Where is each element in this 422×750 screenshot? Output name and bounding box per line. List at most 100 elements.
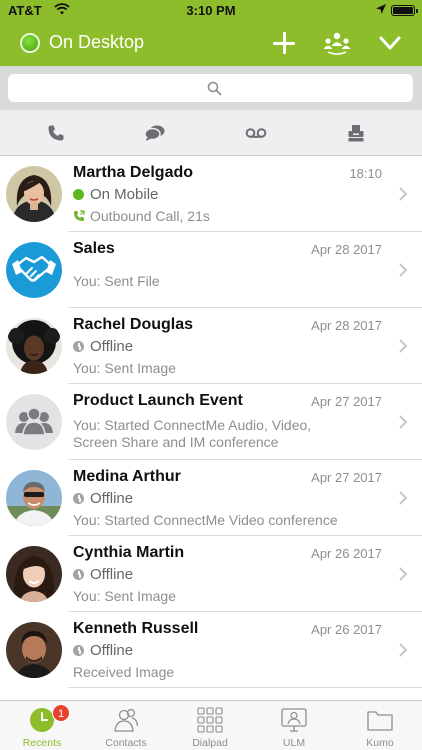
list-item[interactable]: Kenneth Russell Apr 26 2017 Offline Rece… [0,612,422,688]
add-icon[interactable] [271,30,297,56]
fax-icon [348,125,364,142]
contact-name: Rachel Douglas [73,316,194,333]
filter-voicemail[interactable] [226,110,286,156]
dialpad-icon [197,707,223,733]
online-status-icon [73,189,84,200]
outbound-call-icon [74,210,85,221]
filter-messages[interactable] [125,110,185,156]
unread-badge: 1 [52,704,70,722]
avatar [6,394,62,450]
presence-line: Offline [73,566,133,583]
filter-bar [0,110,422,156]
chevron-right-icon [399,263,408,277]
status-bar: AT&T 3:10 PM [0,0,422,20]
tab-label: Recents [22,737,62,749]
chevron-right-icon [399,491,408,505]
avatar [6,242,62,298]
avatar [6,546,62,602]
timestamp: Apr 27 2017 [311,470,382,485]
event-name: Product Launch Event [73,392,243,409]
battery-icon [391,5,418,16]
avatar [6,166,62,222]
chevron-right-icon [399,567,408,581]
presence-text: Offline [90,490,134,507]
tab-label: ULM [282,737,306,749]
offline-status-icon [73,493,84,504]
chevron-down-icon[interactable] [378,32,402,54]
header-bar: On Desktop [0,20,422,66]
phone-icon [48,125,64,141]
avatar [6,318,62,374]
chat-icon [144,125,165,141]
handshake-icon [6,242,62,298]
tab-contacts[interactable]: Contacts [84,701,168,750]
activity-line: Outbound Call, 21s [73,208,210,224]
offline-status-icon [73,341,84,352]
search-icon [207,81,222,96]
presence-text: Offline [90,338,134,355]
activity-text: You: Started ConnectMe Video conference [73,512,338,528]
contact-name: Sales [73,240,115,257]
presence-text: On Mobile [90,186,159,203]
contacts-icon [114,708,139,732]
tab-recents[interactable]: 1 Recents [0,701,84,750]
activity-text: You: Sent Image [73,360,177,376]
avatar [6,470,62,526]
activity-text: Outbound Call, 21s [90,208,210,224]
presence-status-title[interactable]: On Desktop [49,32,144,53]
location-icon [376,4,386,14]
timestamp: Apr 26 2017 [311,622,382,637]
tab-label: Contacts [105,737,147,749]
presence-text: Offline [90,642,134,659]
tab-bar: 1 Recents Contacts Dialpad ULM Kumo [0,700,422,750]
tab-kumo[interactable]: Kumo [338,701,422,750]
filter-calls[interactable] [26,110,86,156]
tab-ulm[interactable]: ULM [252,701,336,750]
timestamp: 18:10 [349,166,382,181]
list-item[interactable]: Sales Apr 28 2017 You: Sent File [0,232,422,308]
timestamp: Apr 28 2017 [311,318,382,333]
search-input[interactable] [38,78,198,98]
presence-line: Offline [73,490,133,507]
group-avatar-icon [6,394,62,450]
tab-dialpad[interactable]: Dialpad [168,701,252,750]
chevron-right-icon [399,187,408,201]
avatar [6,622,62,678]
contact-name: Martha Delgado [73,164,194,181]
activity-text: You: Sent Image [73,588,177,604]
presence-indicator-icon[interactable] [20,33,40,53]
list-item[interactable]: Cynthia Martin Apr 26 2017 Offline You: … [0,536,422,612]
group-icon[interactable] [322,30,352,56]
activity-text: You: Started ConnectMe Audio, Video, Scr… [73,417,312,450]
tab-label: Dialpad [192,737,228,749]
presence-line: Offline [73,338,133,355]
chevron-right-icon [399,415,408,429]
presence-line: Offline [73,642,133,659]
activity-text: You: Sent File [73,273,160,289]
voicemail-icon [245,128,267,138]
list-item[interactable]: Rachel Douglas Apr 28 2017 Offline You: … [0,308,422,384]
timestamp: Apr 27 2017 [311,394,382,409]
activity-text: Received Image [73,664,175,680]
contact-name: Cynthia Martin [73,544,185,561]
recents-list: Martha Delgado 18:10 On Mobile Outbound … [0,156,422,701]
search-field[interactable] [8,74,413,102]
list-item[interactable]: Product Launch Event Apr 27 2017 You: St… [0,384,422,460]
timestamp: Apr 28 2017 [311,242,382,257]
search-bar [0,66,422,110]
contact-name: Medina Arthur [73,468,181,485]
filter-fax[interactable] [326,110,386,156]
timestamp: Apr 26 2017 [311,546,382,561]
row-divider [68,687,422,688]
chevron-right-icon [399,339,408,353]
list-item[interactable]: Martha Delgado 18:10 On Mobile Outbound … [0,156,422,232]
tab-label: Kumo [366,737,394,749]
presence-text: Offline [90,566,134,583]
presence-line: On Mobile [73,186,158,203]
contact-name: Kenneth Russell [73,620,199,637]
offline-status-icon [73,569,84,580]
clock: 3:10 PM [186,3,236,18]
chevron-right-icon [399,643,408,657]
list-item[interactable]: Medina Arthur Apr 27 2017 Offline You: S… [0,460,422,536]
folder-icon [367,711,393,731]
